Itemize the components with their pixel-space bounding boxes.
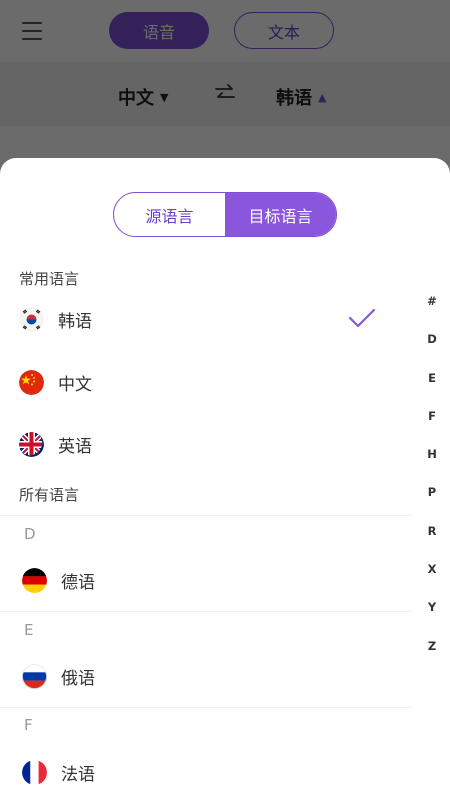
language-item-german[interactable]: 德语 xyxy=(22,560,434,600)
language-item-french[interactable]: 法语 xyxy=(22,752,434,792)
divider xyxy=(0,611,412,612)
china-flag-icon xyxy=(19,369,44,395)
language-label: 俄语 xyxy=(61,668,95,689)
letter-header-f: F xyxy=(24,716,33,734)
index-letter[interactable]: # xyxy=(420,282,444,320)
uk-flag-icon xyxy=(19,431,44,457)
russia-flag-icon xyxy=(22,664,47,689)
index-letter[interactable]: D xyxy=(420,320,444,358)
language-item-chinese[interactable]: 中文 xyxy=(19,362,431,402)
index-letter[interactable]: R xyxy=(420,512,444,550)
divider xyxy=(0,515,412,516)
index-letter[interactable]: X xyxy=(420,550,444,588)
index-letter[interactable]: Y xyxy=(420,588,444,626)
tab-source-language[interactable]: 源语言 xyxy=(114,193,225,236)
index-letter[interactable]: P xyxy=(420,473,444,511)
language-picker-sheet: 源语言 目标语言 常用语言 韩语 中文 英语 所有语言 D 德语 E 俄语 F … xyxy=(0,158,450,796)
all-languages-title: 所有语言 xyxy=(19,486,80,504)
language-label: 英语 xyxy=(58,436,92,457)
common-languages-title: 常用语言 xyxy=(19,270,80,288)
language-label: 德语 xyxy=(61,572,95,593)
language-role-toggle: 源语言 目标语言 xyxy=(113,192,337,237)
index-letter[interactable]: F xyxy=(420,397,444,435)
language-label: 法语 xyxy=(61,764,95,785)
index-letter[interactable]: Z xyxy=(420,627,444,665)
index-letter[interactable]: H xyxy=(420,435,444,473)
germany-flag-icon xyxy=(22,568,47,593)
france-flag-icon xyxy=(22,760,47,785)
language-label: 韩语 xyxy=(58,311,92,332)
language-item-english[interactable]: 英语 xyxy=(19,424,431,464)
alphabet-index[interactable]: # D E F H P R X Y Z xyxy=(420,282,444,665)
divider xyxy=(0,707,412,708)
letter-header-e: E xyxy=(24,621,34,639)
letter-header-d: D xyxy=(24,525,36,543)
language-label: 中文 xyxy=(58,374,92,395)
index-letter[interactable]: E xyxy=(420,359,444,397)
tab-target-language[interactable]: 目标语言 xyxy=(225,193,336,236)
language-item-russian[interactable]: 俄语 xyxy=(22,656,434,696)
checkmark-icon xyxy=(348,308,376,328)
korea-flag-icon xyxy=(19,306,44,332)
